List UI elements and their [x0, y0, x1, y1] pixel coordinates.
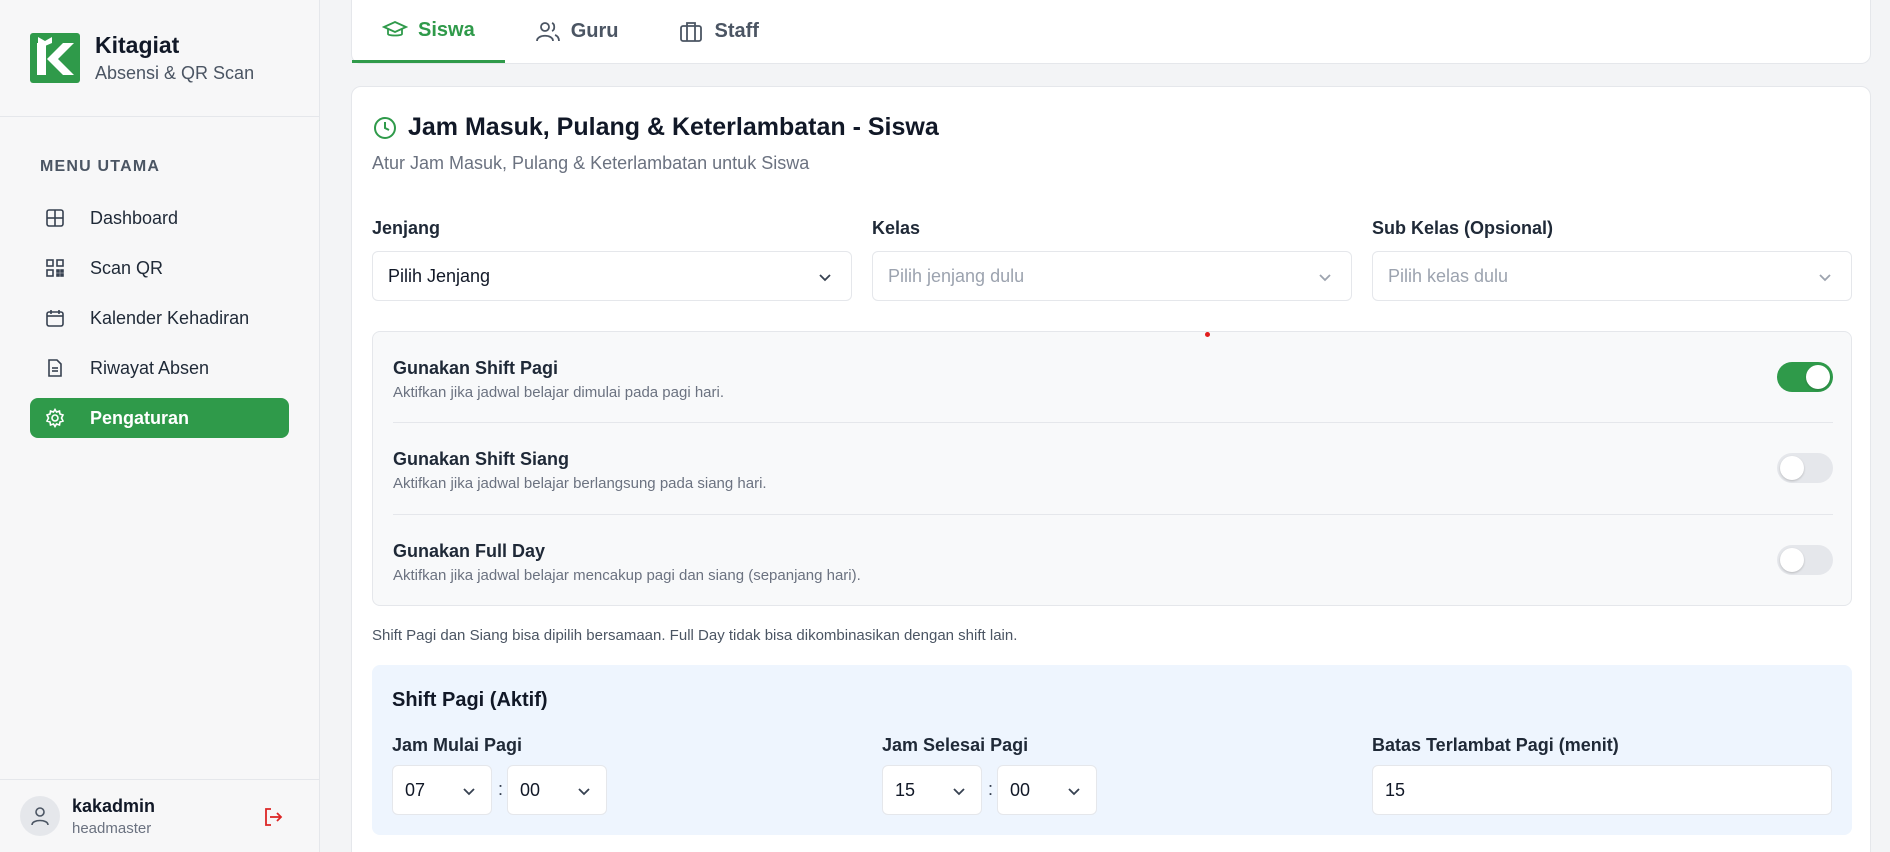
- avatar[interactable]: [20, 796, 60, 836]
- document-icon: [48, 359, 62, 377]
- toggle-shift-siang[interactable]: [1777, 453, 1833, 483]
- brand: Kitagiat Absensi & QR Scan: [0, 0, 319, 117]
- start-time-label: Jam Mulai Pagi: [392, 735, 523, 755]
- sidebar-item-label: Kalender Kehadiran: [90, 307, 250, 328]
- jenjang-select[interactable]: Pilih Jenjang: [372, 251, 852, 301]
- sub-kelas-select-value: Pilih kelas dulu: [1388, 265, 1509, 286]
- shift-option-pagi: Gunakan Shift Pagi Aktifkan jika jadwal …: [393, 332, 1833, 422]
- end-hour-value: 15: [895, 779, 916, 800]
- user-icon: [31, 807, 49, 826]
- shift-options: Gunakan Shift Pagi Aktifkan jika jadwal …: [372, 331, 1852, 606]
- tab-label: Staff: [714, 20, 759, 42]
- chevron-down-icon: [819, 274, 831, 282]
- jenjang-label: Jenjang: [372, 218, 441, 238]
- sidebar-item-riwayat-absen[interactable]: Riwayat Absen: [30, 348, 289, 388]
- time-separator: :: [988, 779, 994, 799]
- sidebar-item-scan-qr[interactable]: Scan QR: [30, 248, 289, 288]
- menu-section-title: MENU UTAMA: [40, 158, 161, 175]
- sidebar-item-kalender-kehadiran[interactable]: Kalender Kehadiran: [30, 298, 289, 338]
- card-title-text: Jam Masuk, Pulang & Keterlambatan - Sisw…: [408, 113, 939, 141]
- sidebar-item-label: Scan QR: [90, 257, 164, 278]
- card-subtitle: Atur Jam Masuk, Pulang & Keterlambatan u…: [372, 153, 810, 173]
- jenjang-select-value: Pilih Jenjang: [388, 265, 491, 286]
- gear-icon: [45, 408, 65, 428]
- toggle-shift-pagi[interactable]: [1777, 362, 1833, 392]
- tab-guru[interactable]: Guru: [505, 0, 649, 63]
- time-separator: :: [498, 779, 504, 799]
- brand-subtitle: Absensi & QR Scan: [95, 63, 255, 83]
- sidebar-item-label: Dashboard: [90, 207, 179, 228]
- sidebar-item-dashboard[interactable]: Dashboard: [30, 198, 289, 238]
- late-limit-value: 15: [1385, 779, 1406, 800]
- shift-desc: Aktifkan jika jadwal belajar berlangsung…: [393, 475, 767, 492]
- start-hour-value: 07: [405, 779, 426, 800]
- start-minute-select[interactable]: 00: [507, 765, 607, 815]
- tab-label: Siswa: [418, 18, 475, 41]
- chevron-down-icon: [1819, 274, 1831, 282]
- calendar-icon: [46, 310, 64, 327]
- toggle-full-day[interactable]: [1777, 545, 1833, 575]
- sidebar-menu: Dashboard Scan QR Kalender Kehadiran Riw…: [30, 198, 289, 448]
- late-limit-input[interactable]: 15: [1372, 765, 1832, 815]
- shift-title: Gunakan Shift Pagi: [393, 358, 559, 378]
- tab-label: Guru: [570, 20, 619, 42]
- cursor-marker: [1205, 332, 1210, 337]
- shift-note: Shift Pagi dan Siang bisa dipilih bersam…: [372, 627, 1018, 644]
- role-tabs: Siswa Guru Staff: [351, 0, 1871, 64]
- end-time-label: Jam Selesai Pagi: [882, 735, 1029, 755]
- chevron-down-icon: [1319, 274, 1331, 282]
- start-hour-select[interactable]: 07: [392, 765, 492, 815]
- shift-option-siang: Gunakan Shift Siang Aktifkan jika jadwal…: [393, 422, 1833, 512]
- active-shift-panel: Shift Pagi (Aktif) Jam Mulai Pagi 07 : 0…: [372, 665, 1852, 835]
- graduation-cap-icon: [382, 21, 408, 37]
- kelas-label: Kelas: [872, 218, 921, 238]
- sidebar-item-label: Riwayat Absen: [90, 357, 210, 378]
- user-role: headmaster: [72, 819, 152, 837]
- tab-staff[interactable]: Staff: [648, 0, 788, 63]
- sub-kelas-select[interactable]: Pilih kelas dulu: [1372, 251, 1852, 301]
- clock-icon: [374, 116, 396, 139]
- chevron-down-icon: [463, 788, 475, 796]
- chevron-down-icon: [578, 788, 590, 796]
- user-bar: kakadmin headmaster: [0, 779, 320, 852]
- start-minute-value: 00: [520, 779, 541, 800]
- qr-icon: [46, 259, 64, 277]
- shift-option-full-day: Gunakan Full Day Aktifkan jika jadwal be…: [393, 514, 1833, 604]
- briefcase-icon: [680, 21, 703, 42]
- users-icon: [535, 21, 560, 41]
- end-hour-select[interactable]: 15: [882, 765, 982, 815]
- shift-desc: Aktifkan jika jadwal belajar dimulai pad…: [393, 384, 725, 401]
- logout-icon[interactable]: [262, 806, 284, 828]
- kitagiat-logo-icon: [30, 33, 80, 83]
- card-title: Jam Masuk, Pulang & Keterlambatan - Sisw…: [372, 113, 939, 142]
- shift-desc: Aktifkan jika jadwal belajar mencakup pa…: [393, 567, 861, 584]
- end-minute-value: 00: [1010, 779, 1031, 800]
- chevron-down-icon: [1068, 788, 1080, 796]
- grid-icon: [46, 209, 64, 227]
- active-shift-title: Shift Pagi (Aktif): [392, 689, 548, 711]
- sidebar: Kitagiat Absensi & QR Scan MENU UTAMA Da…: [0, 0, 320, 852]
- shift-title: Gunakan Shift Siang: [393, 449, 570, 469]
- tab-siswa[interactable]: Siswa: [352, 0, 505, 63]
- kelas-select-value: Pilih jenjang dulu: [888, 265, 1025, 286]
- late-limit-label: Batas Terlambat Pagi (menit): [1372, 735, 1619, 755]
- brand-name: Kitagiat: [95, 32, 180, 58]
- user-name: kakadmin: [72, 795, 156, 816]
- sidebar-item-pengaturan[interactable]: Pengaturan: [30, 398, 289, 438]
- sub-kelas-label: Sub Kelas (Opsional): [1372, 218, 1554, 238]
- kelas-select[interactable]: Pilih jenjang dulu: [872, 251, 1352, 301]
- sidebar-item-label: Pengaturan: [90, 407, 190, 428]
- settings-card: Jam Masuk, Pulang & Keterlambatan - Sisw…: [351, 86, 1871, 852]
- shift-title: Gunakan Full Day: [393, 541, 546, 561]
- end-minute-select[interactable]: 00: [997, 765, 1097, 815]
- chevron-down-icon: [953, 788, 965, 796]
